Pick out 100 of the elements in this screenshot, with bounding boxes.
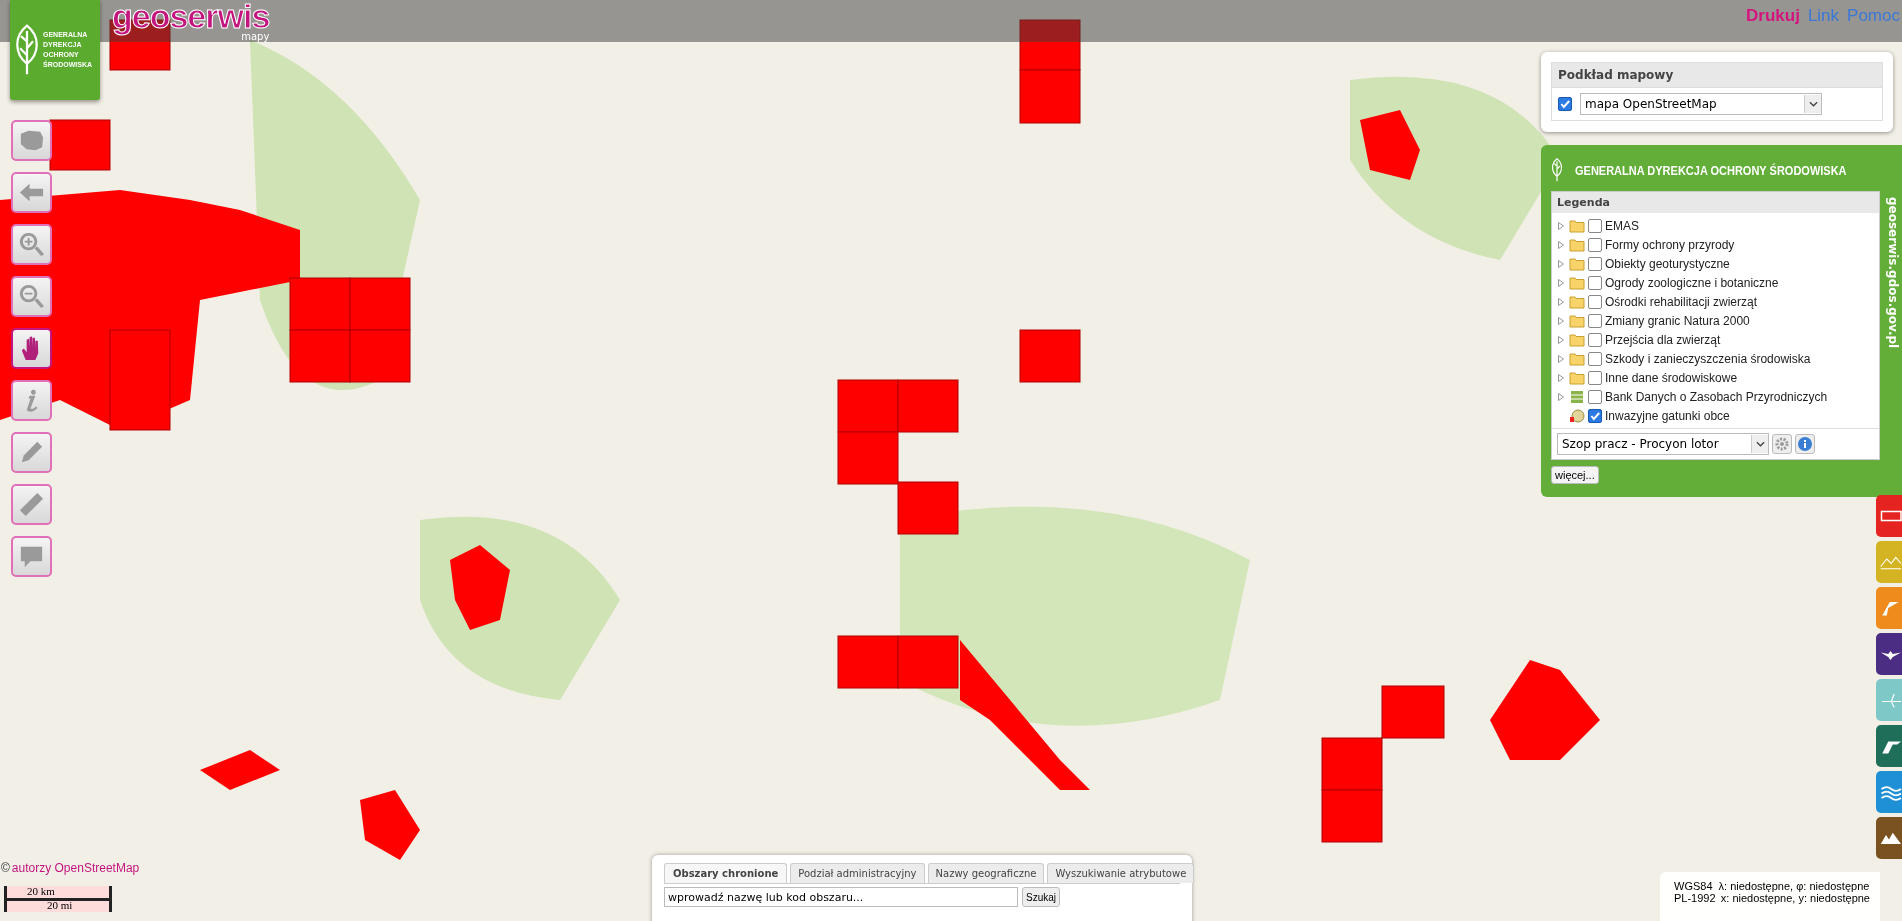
panel-header: GENERALNA DYREKCJA OCHRONY ŚRODOWISKA xyxy=(1575,162,1847,178)
toolbar-button[interactable] xyxy=(11,276,52,317)
settings-icon xyxy=(1774,436,1790,452)
copyright-mark: © xyxy=(1,861,10,875)
folder-icon xyxy=(1569,256,1585,271)
database-icon xyxy=(1569,389,1585,404)
brand-subtitle: mapy xyxy=(241,32,270,42)
species-select[interactable]: Szop pracz - Procyon lotor xyxy=(1557,433,1769,455)
waves-icon xyxy=(1879,783,1902,801)
occurrence-square xyxy=(837,635,899,689)
layer-label[interactable]: Bank Danych o Zasobach Przyrodniczych xyxy=(1605,389,1828,404)
folder-icon xyxy=(1569,218,1585,233)
base-map-select[interactable]: mapa OpenStreetMap xyxy=(1580,93,1822,115)
toolbar-button[interactable] xyxy=(11,536,52,577)
zoom-out-icon xyxy=(17,282,46,311)
occurrence-square xyxy=(1321,737,1383,791)
toolbar-button[interactable] xyxy=(11,224,52,265)
toolbar-button[interactable] xyxy=(11,432,52,473)
expand-arrow-icon[interactable] xyxy=(1558,278,1564,287)
checkbox[interactable] xyxy=(1588,237,1602,252)
folder-icon xyxy=(1569,275,1585,290)
expand-arrow-icon[interactable] xyxy=(1558,221,1564,230)
checkbox[interactable] xyxy=(1588,351,1602,366)
checkbox[interactable] xyxy=(1588,408,1602,423)
coordinate-value: x: niedostępne, y: niedostępne xyxy=(1720,892,1870,904)
expand-arrow-icon[interactable] xyxy=(1558,335,1564,344)
occurrence-square xyxy=(837,379,899,433)
zoom-in-icon xyxy=(17,230,46,259)
checkbox[interactable] xyxy=(1588,313,1602,328)
expand-arrow-icon[interactable] xyxy=(1558,316,1564,325)
occurrence-square xyxy=(49,119,111,171)
chevron-down-icon xyxy=(1755,441,1765,447)
expand-arrow-icon[interactable] xyxy=(1558,240,1564,249)
occurrence-square xyxy=(349,329,411,383)
folder-icon xyxy=(1569,351,1585,366)
search-tab[interactable]: Obszary chronione xyxy=(664,863,788,883)
checkbox[interactable] xyxy=(1588,256,1602,271)
layer-label[interactable]: Ogrody zoologiczne i botaniczne xyxy=(1605,275,1779,290)
service-tab[interactable] xyxy=(1876,495,1902,537)
expand-arrow-icon[interactable] xyxy=(1558,297,1564,306)
occurrence-square xyxy=(897,635,959,689)
occurrence-square xyxy=(897,379,959,433)
layer-label[interactable]: Szkody i zanieczyszczenia środowiska xyxy=(1605,351,1811,366)
occurrence-square xyxy=(1019,329,1081,383)
checkbox[interactable] xyxy=(1588,275,1602,290)
search-tab[interactable]: Podział administracyjny xyxy=(790,863,925,883)
info-icon xyxy=(1797,436,1813,452)
folder-icon xyxy=(1569,237,1585,252)
checkbox[interactable] xyxy=(1588,370,1602,385)
globe-icon xyxy=(1569,408,1585,423)
layer-label[interactable]: EMAS xyxy=(1605,218,1639,233)
layer-label[interactable]: Ośrodki rehabilitacji zwierząt xyxy=(1605,294,1758,309)
checkbox[interactable] xyxy=(1588,218,1602,233)
service-tab[interactable] xyxy=(1876,817,1902,859)
settings-button[interactable] xyxy=(1772,434,1792,454)
occurrence-square xyxy=(1321,789,1383,843)
coordinate-system: WGS84 xyxy=(1674,880,1713,892)
expand-arrow-icon[interactable] xyxy=(1558,373,1564,382)
scale-label: 20 mi xyxy=(47,899,73,911)
info-button[interactable] xyxy=(1795,434,1815,454)
coordinate-value: λ: niedostępne, φ: niedostępne xyxy=(1718,880,1870,892)
layer-label[interactable]: Przejścia dla zwierząt xyxy=(1605,332,1721,347)
more-button[interactable]: więcej... xyxy=(1551,466,1599,484)
layer-label[interactable]: Inwazyjne gatunki obce xyxy=(1605,408,1730,423)
search-tab[interactable]: Nazwy geograficzne xyxy=(927,863,1045,883)
service-tab[interactable] xyxy=(1876,633,1902,675)
checkbox[interactable] xyxy=(1588,332,1602,347)
layer-label[interactable]: Obiekty geoturystyczne xyxy=(1605,256,1730,271)
layer-label[interactable]: Zmiany granic Natura 2000 xyxy=(1605,313,1750,328)
toolbar-button[interactable] xyxy=(11,172,52,213)
leaf-icon xyxy=(1551,157,1563,183)
layer-label[interactable]: Formy ochrony przyrody xyxy=(1605,237,1735,252)
coordinate-system: PL-1992 xyxy=(1674,892,1715,904)
expand-arrow-icon[interactable] xyxy=(1558,392,1564,401)
toolbar-button[interactable] xyxy=(11,120,52,161)
expand-arrow-icon[interactable] xyxy=(1558,354,1564,363)
occurrence-square xyxy=(349,277,411,331)
search-field[interactable]: wprowadź nazwę lub kod obszaru... xyxy=(664,887,1018,907)
search-tab[interactable]: Wyszukiwanie atrybutowe xyxy=(1047,863,1195,883)
checkbox[interactable] xyxy=(1558,97,1572,111)
occurrence-square xyxy=(897,481,959,535)
scale-label: 20 km xyxy=(27,885,55,897)
attribution-link[interactable]: autorzy OpenStreetMap xyxy=(11,861,140,875)
occurrence-square xyxy=(289,329,351,383)
folder-icon xyxy=(1569,332,1585,347)
checkbox[interactable] xyxy=(1588,389,1602,404)
occurrence-area xyxy=(1360,110,1420,180)
search-button[interactable]: Szukaj xyxy=(1022,887,1060,907)
occurrence-square xyxy=(1381,685,1445,739)
occurrence-square xyxy=(837,431,899,485)
toolbar-button[interactable] xyxy=(11,380,52,421)
toolbar-button[interactable] xyxy=(11,328,52,369)
toolbar-button[interactable] xyxy=(11,484,52,525)
expand-arrow-icon[interactable] xyxy=(1558,259,1564,268)
occurrence-square xyxy=(1019,69,1081,124)
folder-icon xyxy=(1569,370,1585,385)
layer-label[interactable]: Inne dane środowiskowe xyxy=(1605,370,1738,385)
checkbox[interactable] xyxy=(1588,294,1602,309)
service-tab[interactable] xyxy=(1876,725,1902,767)
panel-title: Legenda xyxy=(1552,192,1879,213)
